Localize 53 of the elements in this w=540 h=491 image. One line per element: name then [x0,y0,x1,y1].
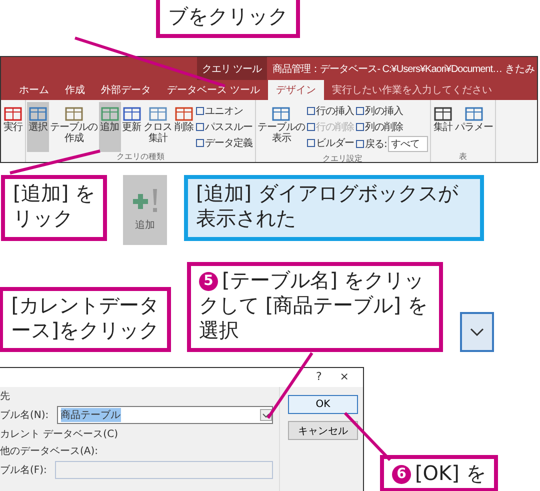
add-label: 追加 [135,218,155,232]
ribbon-button[interactable]: クロス 集計 [142,102,173,152]
note-callout: [追加] ダイアログボックスが 表示された [184,175,484,241]
step-callout: [追加] を リック [1,175,107,241]
file-name-field[interactable] [54,461,273,479]
group-label: 表 [458,152,468,162]
return-dropdown[interactable]: すべて [388,136,428,152]
ribbon-button[interactable]: パラメー [454,102,494,152]
context-tab-label: クエリ ツール [197,57,267,80]
radio-option[interactable]: 他のデータベース(A): [0,444,273,458]
ribbon-small-icon [356,140,364,148]
ribbon-tab[interactable]: 作成 [57,80,93,100]
step-callout: [カレントデータ ース]をクリック [0,287,171,352]
step-callout: 6 [OK] を [380,455,498,491]
leader-line [266,352,314,419]
ribbon-small-button[interactable]: データ定義 [196,136,252,150]
ribbon-button[interactable]: 選択 [27,102,49,152]
ribbon-button[interactable]: 更新 [120,102,142,152]
dialog-button[interactable]: キャンセル [288,421,358,440]
plus-icon [130,188,160,214]
ribbon-button[interactable]: 集計 [432,102,454,152]
dialog-button[interactable]: OK [288,395,358,414]
step-callout: ブをクリック [156,0,300,38]
account-name: きたみ [505,62,536,76]
chevron-icon [470,328,484,336]
field-label: ブル名(N): [0,408,49,422]
ribbon-small-button[interactable]: 戻る: すべて [356,136,428,152]
step-callout: 5 [テーブル名] をクリッ クして [商品テーブル] を 選択 [187,262,443,352]
tell-me-field[interactable]: 実行したい作業を入力してください [332,83,492,100]
ribbon-small-button[interactable]: パススルー [196,120,252,134]
ribbon-button[interactable]: 実行 [2,102,24,162]
radio-option[interactable]: カレント データベース(C) [0,427,273,441]
window-title: 商品管理：データベース- C:¥Users¥Kaori¥Document… [272,62,502,76]
table-name-field[interactable]: 商品テーブル [56,406,273,424]
ribbon-tab[interactable]: 外部データ [93,80,159,100]
ribbon-tab[interactable]: データベース ツール [159,80,268,100]
ribbon-button[interactable]: 追加 [98,102,120,152]
ribbon-button[interactable]: テーブルの 表示 [256,102,306,154]
close-button[interactable]: × [340,370,349,385]
ribbon-tab[interactable]: ホーム [11,80,57,100]
ribbon-small-button[interactable]: ビルダー [307,136,354,150]
section-label: 先 [0,390,11,403]
ribbon-small-button[interactable]: ユニオン [196,104,252,118]
group-label: クエリ設定 [322,154,364,162]
help-button[interactable]: ? [316,370,322,385]
group-label: クエリの種類 [115,152,166,162]
ribbon-small-button[interactable]: 列の挿入 [356,104,428,118]
ribbon-small-button[interactable]: 列の削除 [356,120,428,134]
field-label: ブル名(F): [0,464,47,477]
ribbon-button[interactable]: テーブルの 作成 [49,102,98,152]
ribbon-button[interactable]: 削除 [173,102,195,152]
ribbon-tab[interactable]: デザイン [268,80,324,100]
ribbon-small-button[interactable]: 行の挿入 [307,104,354,118]
